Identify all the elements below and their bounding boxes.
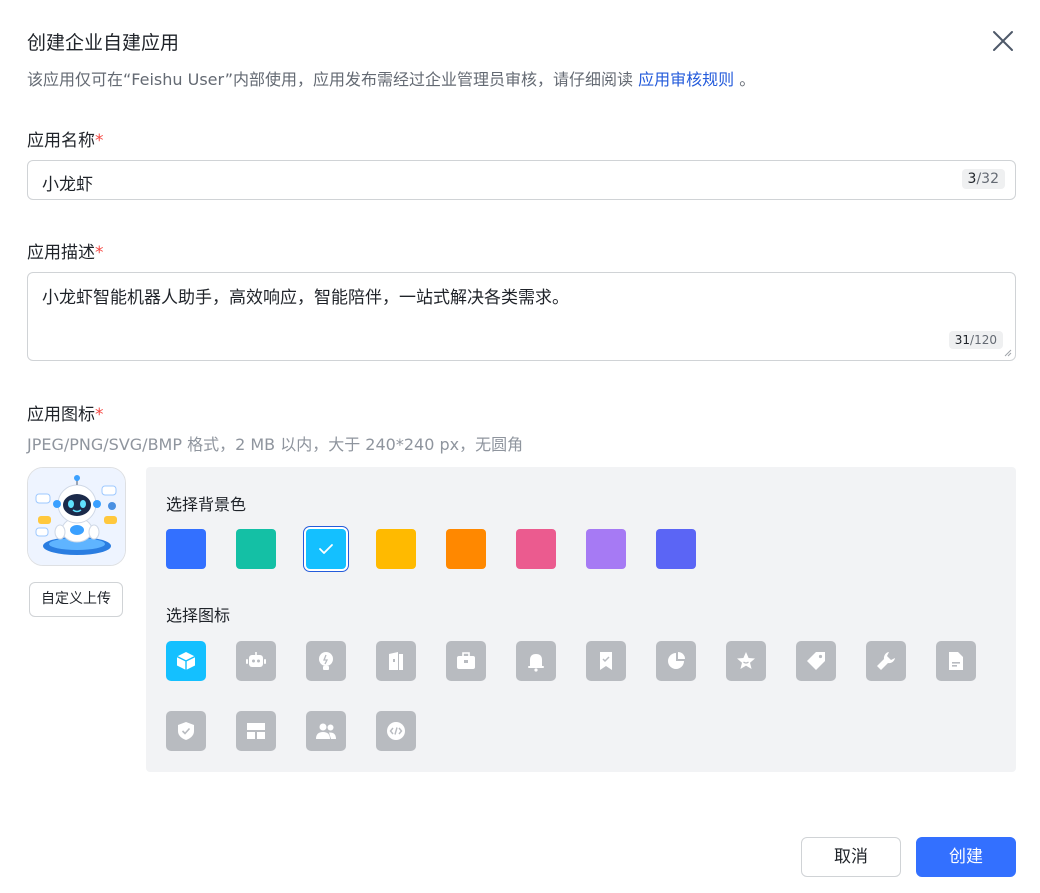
robot-mascot-image (28, 468, 125, 565)
icon-option[interactable] (236, 641, 276, 681)
cancel-button[interactable]: 取消 (801, 837, 901, 877)
color-swatch[interactable] (586, 529, 626, 569)
app-name-label: 应用名称* (27, 126, 104, 151)
icon-option[interactable] (656, 641, 696, 681)
color-swatch[interactable] (656, 529, 696, 569)
icon-option[interactable] (866, 641, 906, 681)
shield-check-icon (178, 722, 194, 740)
resize-handle-icon[interactable] (1004, 349, 1012, 357)
close-button[interactable] (990, 28, 1016, 54)
icon-option[interactable] (166, 711, 206, 751)
app-description-label: 应用描述* (27, 238, 104, 263)
star-icon (737, 652, 755, 669)
required-mark: * (95, 243, 104, 263)
background-color-label: 选择背景色 (166, 495, 247, 514)
icon-option[interactable] (166, 641, 206, 681)
color-swatch[interactable] (376, 529, 416, 569)
lightbulb-icon (319, 652, 333, 670)
app-description-label-text: 应用描述 (27, 243, 95, 263)
color-swatch[interactable] (306, 529, 346, 569)
app-description-count-max: /120 (970, 333, 997, 347)
icon-option[interactable] (936, 641, 976, 681)
create-button[interactable]: 创建 (916, 837, 1016, 877)
create-app-dialog: 创建企业自建应用 该应用仅可在“Feishu User”内部使用，应用发布需经过… (0, 0, 1040, 893)
icon-option[interactable] (446, 641, 486, 681)
app-description-count-current: 31 (954, 333, 971, 347)
icon-picker-panel: 选择背景色 选择图标 (146, 467, 1016, 772)
app-name-label-text: 应用名称 (27, 131, 95, 151)
app-icon-label: 应用图标* (27, 400, 104, 425)
app-name-char-counter: 3/32 (961, 169, 1005, 189)
dialog-title: 创建企业自建应用 (27, 32, 180, 54)
subtitle-text: 该应用仅可在“Feishu User”内部使用，应用发布需经过企业管理员审核，请… (27, 70, 639, 89)
icon-option[interactable] (376, 641, 416, 681)
users-icon (316, 723, 336, 739)
icon-option[interactable] (376, 711, 416, 751)
app-icon-preview (27, 467, 126, 566)
dialog-subtitle: 该应用仅可在“Feishu User”内部使用，应用发布需经过企业管理员审核，请… (27, 66, 755, 90)
close-icon (993, 31, 1013, 51)
icon-option[interactable] (726, 641, 766, 681)
color-swatch[interactable] (446, 529, 486, 569)
app-icon-hint: JPEG/PNG/SVG/BMP 格式，2 MB 以内，大于 240*240 p… (27, 435, 524, 454)
robot-icon (246, 652, 266, 667)
app-name-count-max: /32 (976, 171, 999, 187)
app-icon-label-text: 应用图标 (27, 405, 95, 425)
icon-option[interactable] (516, 641, 556, 681)
app-description-value[interactable]: 小龙虾智能机器人助手，高效响应，智能陪伴，一站式解决各类需求。 (42, 283, 569, 308)
app-description-char-counter: 31/120 (948, 331, 1003, 349)
icon-option[interactable] (236, 711, 276, 751)
icon-option[interactable] (306, 711, 346, 751)
icon-option[interactable] (796, 641, 836, 681)
wrench-icon (877, 652, 895, 670)
app-name-value[interactable]: 小龙虾 (42, 170, 93, 195)
bell-icon (528, 654, 544, 672)
code-icon (387, 722, 405, 740)
icon-option[interactable] (586, 641, 626, 681)
book-icon (389, 652, 403, 670)
required-mark: * (95, 405, 104, 425)
briefcase-icon (457, 652, 475, 669)
required-mark: * (95, 131, 104, 151)
review-rules-link[interactable]: 应用审核规则 (638, 70, 734, 89)
app-name-input[interactable]: 小龙虾 3/32 (27, 160, 1016, 200)
layout-icon (247, 723, 265, 739)
color-swatch[interactable] (166, 529, 206, 569)
custom-upload-button[interactable]: 自定义上传 (29, 582, 123, 617)
pie-chart-icon (668, 652, 685, 669)
cube-icon (176, 652, 196, 670)
subtitle-suffix: 。 (734, 70, 756, 89)
app-description-textarea[interactable]: 小龙虾智能机器人助手，高效响应，智能陪伴，一站式解决各类需求。 31/120 (27, 272, 1016, 361)
icon-select-label: 选择图标 (166, 606, 231, 625)
check-icon (319, 544, 333, 554)
bookmark-check-icon (600, 652, 612, 670)
icon-option[interactable] (306, 641, 346, 681)
color-swatch[interactable] (516, 529, 556, 569)
color-swatch[interactable] (236, 529, 276, 569)
document-icon (949, 652, 963, 670)
tag-icon (807, 652, 825, 670)
